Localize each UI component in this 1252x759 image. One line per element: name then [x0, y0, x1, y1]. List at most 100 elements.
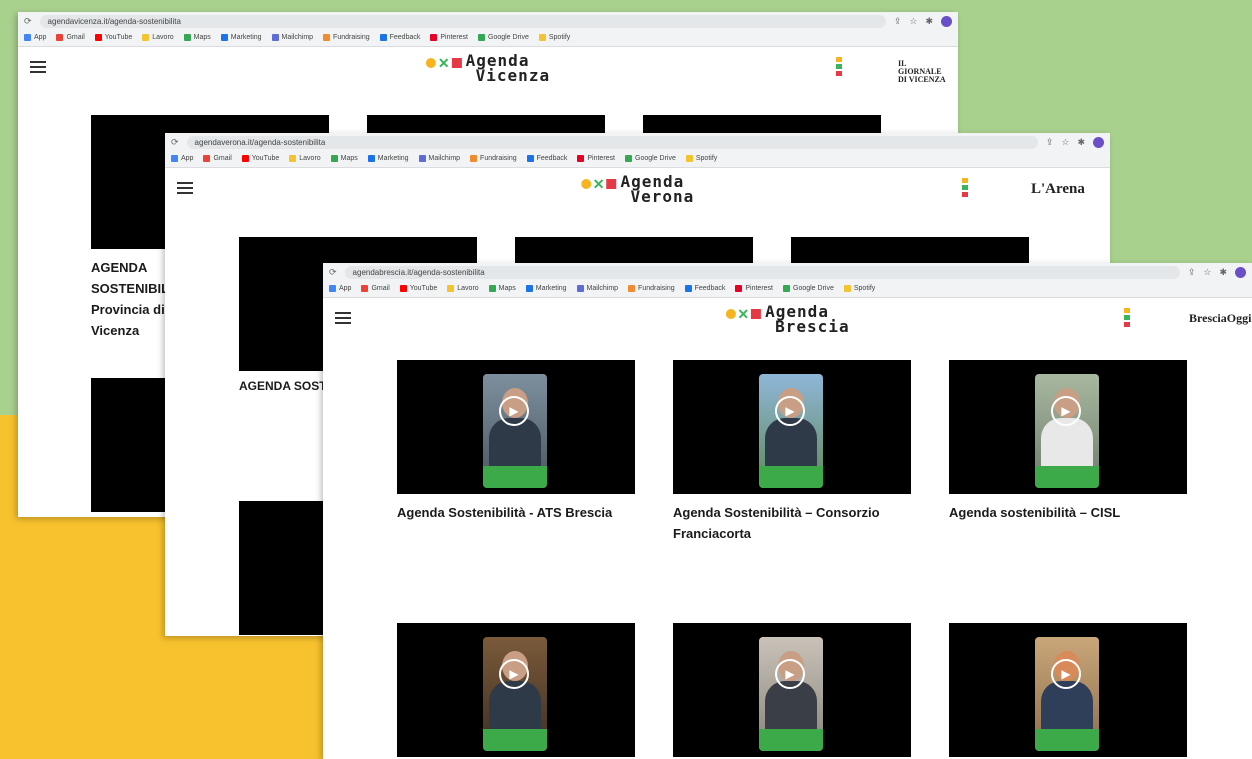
bookmark-item[interactable]: Maps [330, 155, 358, 162]
video-portrait [1035, 637, 1099, 751]
bookmark-item[interactable]: YouTube [241, 155, 279, 162]
card-grid: ▶ Agenda Sostenibilità - ATS Brescia ▶ A… [397, 360, 1187, 548]
bookmark-item[interactable]: Gmail [203, 155, 232, 162]
bookmark-item[interactable]: Fundraising [470, 155, 517, 162]
card-title[interactable]: Agenda sostenibilità – CISL [949, 502, 1187, 523]
bookmark-item[interactable]: App [171, 155, 193, 162]
article-card[interactable]: ▶ [949, 623, 1187, 757]
card-grid-row-2: ▶ ▶ ▶ [397, 623, 1187, 757]
card-title[interactable]: Agenda Sostenibilità - ATS Brescia [397, 502, 635, 523]
bookmark-item[interactable]: Feedback [526, 155, 567, 162]
article-card[interactable]: ▶ [397, 623, 635, 757]
bookmark-item[interactable]: Spotify [685, 155, 717, 162]
bookmarks-bar: App Gmail YouTube Lavoro Maps Marketing … [165, 151, 1110, 166]
video-thumbnail[interactable]: ▶ [397, 623, 635, 757]
hamburger-icon[interactable] [335, 312, 351, 327]
hamburger-icon[interactable] [177, 182, 193, 197]
bookmark-item[interactable]: Mailchimp [418, 155, 460, 162]
bookmark-item[interactable]: Maps [488, 285, 516, 292]
bookmark-item[interactable]: Pinterest [430, 34, 468, 41]
play-icon[interactable]: ▶ [775, 396, 805, 426]
bookmark-item[interactable]: Lavoro [289, 155, 321, 162]
site-header: ✕ Agenda Verona L'Arena [165, 168, 1110, 212]
video-thumbnail[interactable]: ▶ [397, 360, 635, 494]
share-icon[interactable]: ⇪ [1046, 137, 1054, 148]
video-portrait [1035, 374, 1099, 488]
play-icon[interactable]: ▶ [499, 659, 529, 689]
newspaper-logo[interactable]: BresciaOggi [1189, 311, 1251, 326]
bookmark-item[interactable]: Feedback [379, 34, 420, 41]
video-thumbnail[interactable]: ▶ [949, 360, 1187, 494]
profile-avatar[interactable] [1235, 266, 1246, 278]
bookmarks-bar: App Gmail YouTube Lavoro Maps Marketing … [323, 281, 1252, 296]
bookmark-item[interactable]: Fundraising [628, 285, 675, 292]
star-icon[interactable]: ☆ [1061, 137, 1069, 148]
bookmark-item[interactable]: Pinterest [577, 155, 615, 162]
site-logo[interactable]: ✕ Agenda Brescia [725, 304, 849, 335]
address-bar[interactable]: agendavicenza.it/agenda-sostenibilita [39, 14, 886, 28]
video-thumbnail[interactable]: ▶ [673, 623, 911, 757]
reload-icon[interactable]: ⟳ [24, 16, 32, 27]
site-logo[interactable]: ✕ Agenda Vicenza [425, 53, 550, 84]
extensions-icon[interactable]: ✱ [925, 16, 933, 27]
article-card[interactable]: ▶ Agenda Sostenibilità – Consorzio Franc… [673, 360, 911, 548]
play-icon[interactable]: ▶ [1051, 396, 1081, 426]
star-icon[interactable]: ☆ [1203, 267, 1211, 278]
brand-color-icon [836, 57, 842, 78]
extensions-icon[interactable]: ✱ [1219, 267, 1227, 278]
bookmark-item[interactable]: App [329, 285, 351, 292]
bookmark-item[interactable]: Google Drive [625, 155, 676, 162]
browser-window-brescia: ⟳ agendabrescia.it/agenda-sostenibilita … [323, 263, 1252, 759]
bookmark-item[interactable]: App [24, 34, 46, 41]
bookmark-item[interactable]: Gmail [56, 34, 85, 41]
share-icon[interactable]: ⇪ [1188, 267, 1196, 278]
article-card[interactable]: ▶ Agenda Sostenibilità - ATS Brescia [397, 360, 635, 548]
bookmark-item[interactable]: YouTube [399, 285, 437, 292]
site-logo[interactable]: ✕ Agenda Verona [580, 174, 695, 205]
reload-icon[interactable]: ⟳ [329, 267, 337, 278]
site-header: ✕ Agenda Vicenza IL GIORNALE DI VICENZA [18, 47, 958, 91]
bookmark-item[interactable]: Marketing [220, 34, 262, 41]
bookmark-item[interactable]: Marketing [367, 155, 409, 162]
play-icon[interactable]: ▶ [499, 396, 529, 426]
newspaper-logo[interactable]: IL GIORNALE DI VICENZA [898, 60, 950, 84]
bookmark-item[interactable]: Google Drive [478, 34, 529, 41]
video-thumbnail[interactable]: ▶ [949, 623, 1187, 757]
bookmark-item[interactable]: Mailchimp [576, 285, 618, 292]
brand-color-icon [1124, 308, 1130, 329]
play-icon[interactable]: ▶ [1051, 659, 1081, 689]
address-bar[interactable]: agendabrescia.it/agenda-sostenibilita [344, 265, 1180, 279]
bookmark-item[interactable]: Feedback [684, 285, 725, 292]
bookmark-item[interactable]: Marketing [525, 285, 567, 292]
bookmark-item[interactable]: Spotify [843, 285, 875, 292]
newspaper-logo[interactable]: L'Arena [1031, 181, 1085, 198]
article-card[interactable]: ▶ Agenda sostenibilità – CISL [949, 360, 1187, 548]
bookmark-item[interactable]: Maps [183, 34, 211, 41]
share-icon[interactable]: ⇪ [894, 16, 902, 27]
star-icon[interactable]: ☆ [909, 16, 917, 27]
site-header: ✕ Agenda Brescia BresciaOggi [323, 298, 1252, 342]
video-portrait [483, 374, 547, 488]
video-portrait [483, 637, 547, 751]
bookmark-item[interactable]: Fundraising [323, 34, 370, 41]
play-icon[interactable]: ▶ [775, 659, 805, 689]
bookmarks-bar: App Gmail YouTube Lavoro Maps Marketing … [18, 30, 958, 45]
profile-avatar[interactable] [1093, 136, 1104, 148]
bookmark-item[interactable]: Spotify [538, 34, 570, 41]
bookmark-item[interactable]: Mailchimp [271, 34, 313, 41]
bookmark-item[interactable]: Google Drive [783, 285, 834, 292]
hamburger-icon[interactable] [30, 61, 46, 76]
article-card[interactable]: ▶ [673, 623, 911, 757]
bookmark-item[interactable]: Lavoro [447, 285, 479, 292]
bookmark-item[interactable]: Gmail [361, 285, 390, 292]
card-title[interactable]: Agenda Sostenibilità – Consorzio Francia… [673, 502, 911, 544]
reload-icon[interactable]: ⟳ [171, 137, 179, 148]
profile-avatar[interactable] [941, 15, 952, 27]
address-bar[interactable]: agendaverona.it/agenda-sostenibilita [186, 135, 1038, 149]
browser-chrome: ⟳ agendavicenza.it/agenda-sostenibilita … [18, 12, 958, 47]
bookmark-item[interactable]: Pinterest [735, 285, 773, 292]
bookmark-item[interactable]: YouTube [94, 34, 132, 41]
bookmark-item[interactable]: Lavoro [142, 34, 174, 41]
extensions-icon[interactable]: ✱ [1077, 137, 1085, 148]
video-thumbnail[interactable]: ▶ [673, 360, 911, 494]
